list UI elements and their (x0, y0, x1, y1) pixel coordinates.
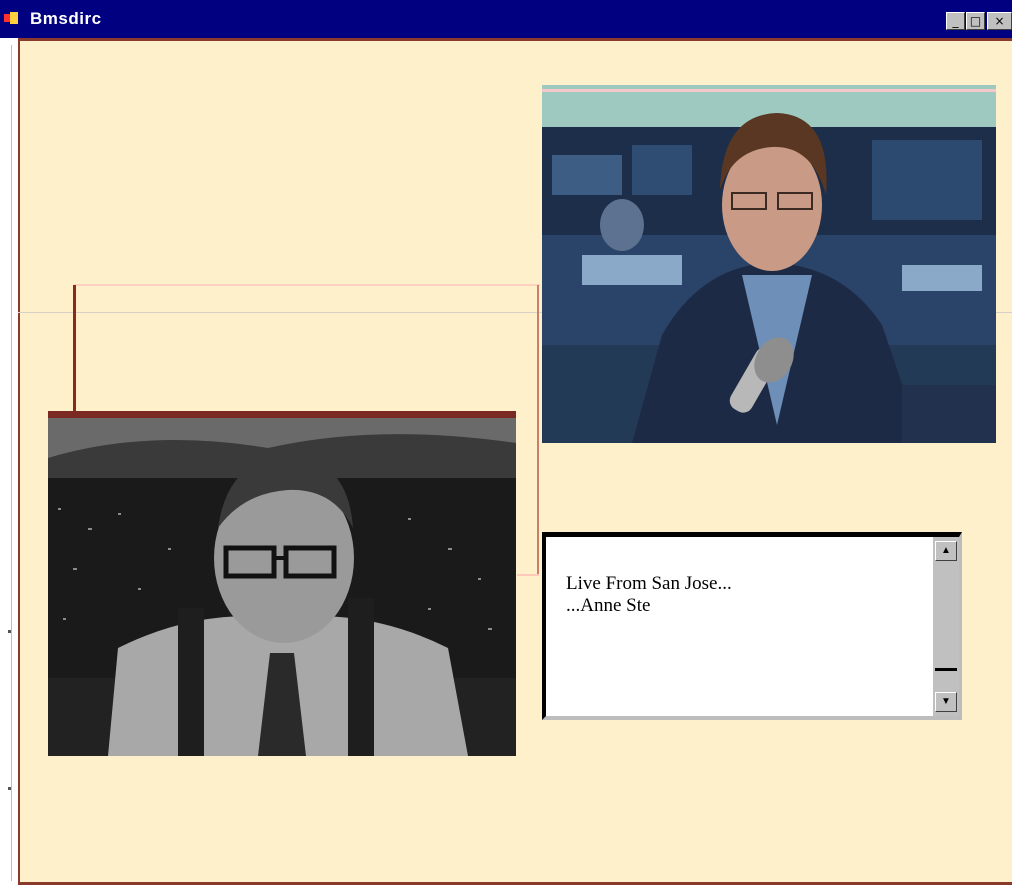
window-title: Bmsdirc (30, 9, 102, 28)
scroll-up-button[interactable]: ▲ (935, 541, 957, 561)
caption-text: Live From San Jose... ...Anne Ste (566, 573, 732, 616)
caption-textbox[interactable]: Live From San Jose... ...Anne Ste ▲ ▼ (542, 532, 962, 720)
anchor-video-image (542, 85, 996, 443)
title-bar[interactable]: Bmsdirc _ □ × (0, 0, 1012, 38)
connector-line-top (74, 284, 540, 286)
gutter-line (11, 45, 12, 881)
app-icon (4, 12, 18, 24)
scrollbar-track[interactable] (935, 563, 957, 671)
left-gutter (0, 38, 18, 890)
maximize-button[interactable]: □ (966, 12, 985, 30)
connector-line-right (537, 285, 539, 575)
connector-line-left (73, 285, 76, 413)
gutter-tick (8, 630, 11, 633)
client-bottom-border (18, 882, 1012, 885)
gutter-tick (8, 787, 11, 790)
host-video-image (48, 418, 516, 756)
minimize-button[interactable]: _ (946, 12, 965, 30)
connector-line-bottom (517, 574, 539, 576)
scroll-down-button[interactable]: ▼ (935, 692, 957, 712)
close-button[interactable]: × (987, 12, 1012, 30)
video-frame-anchor[interactable] (542, 85, 996, 443)
vertical-scrollbar[interactable]: ▲ ▼ (933, 537, 959, 716)
video-frame-host[interactable] (48, 411, 516, 756)
